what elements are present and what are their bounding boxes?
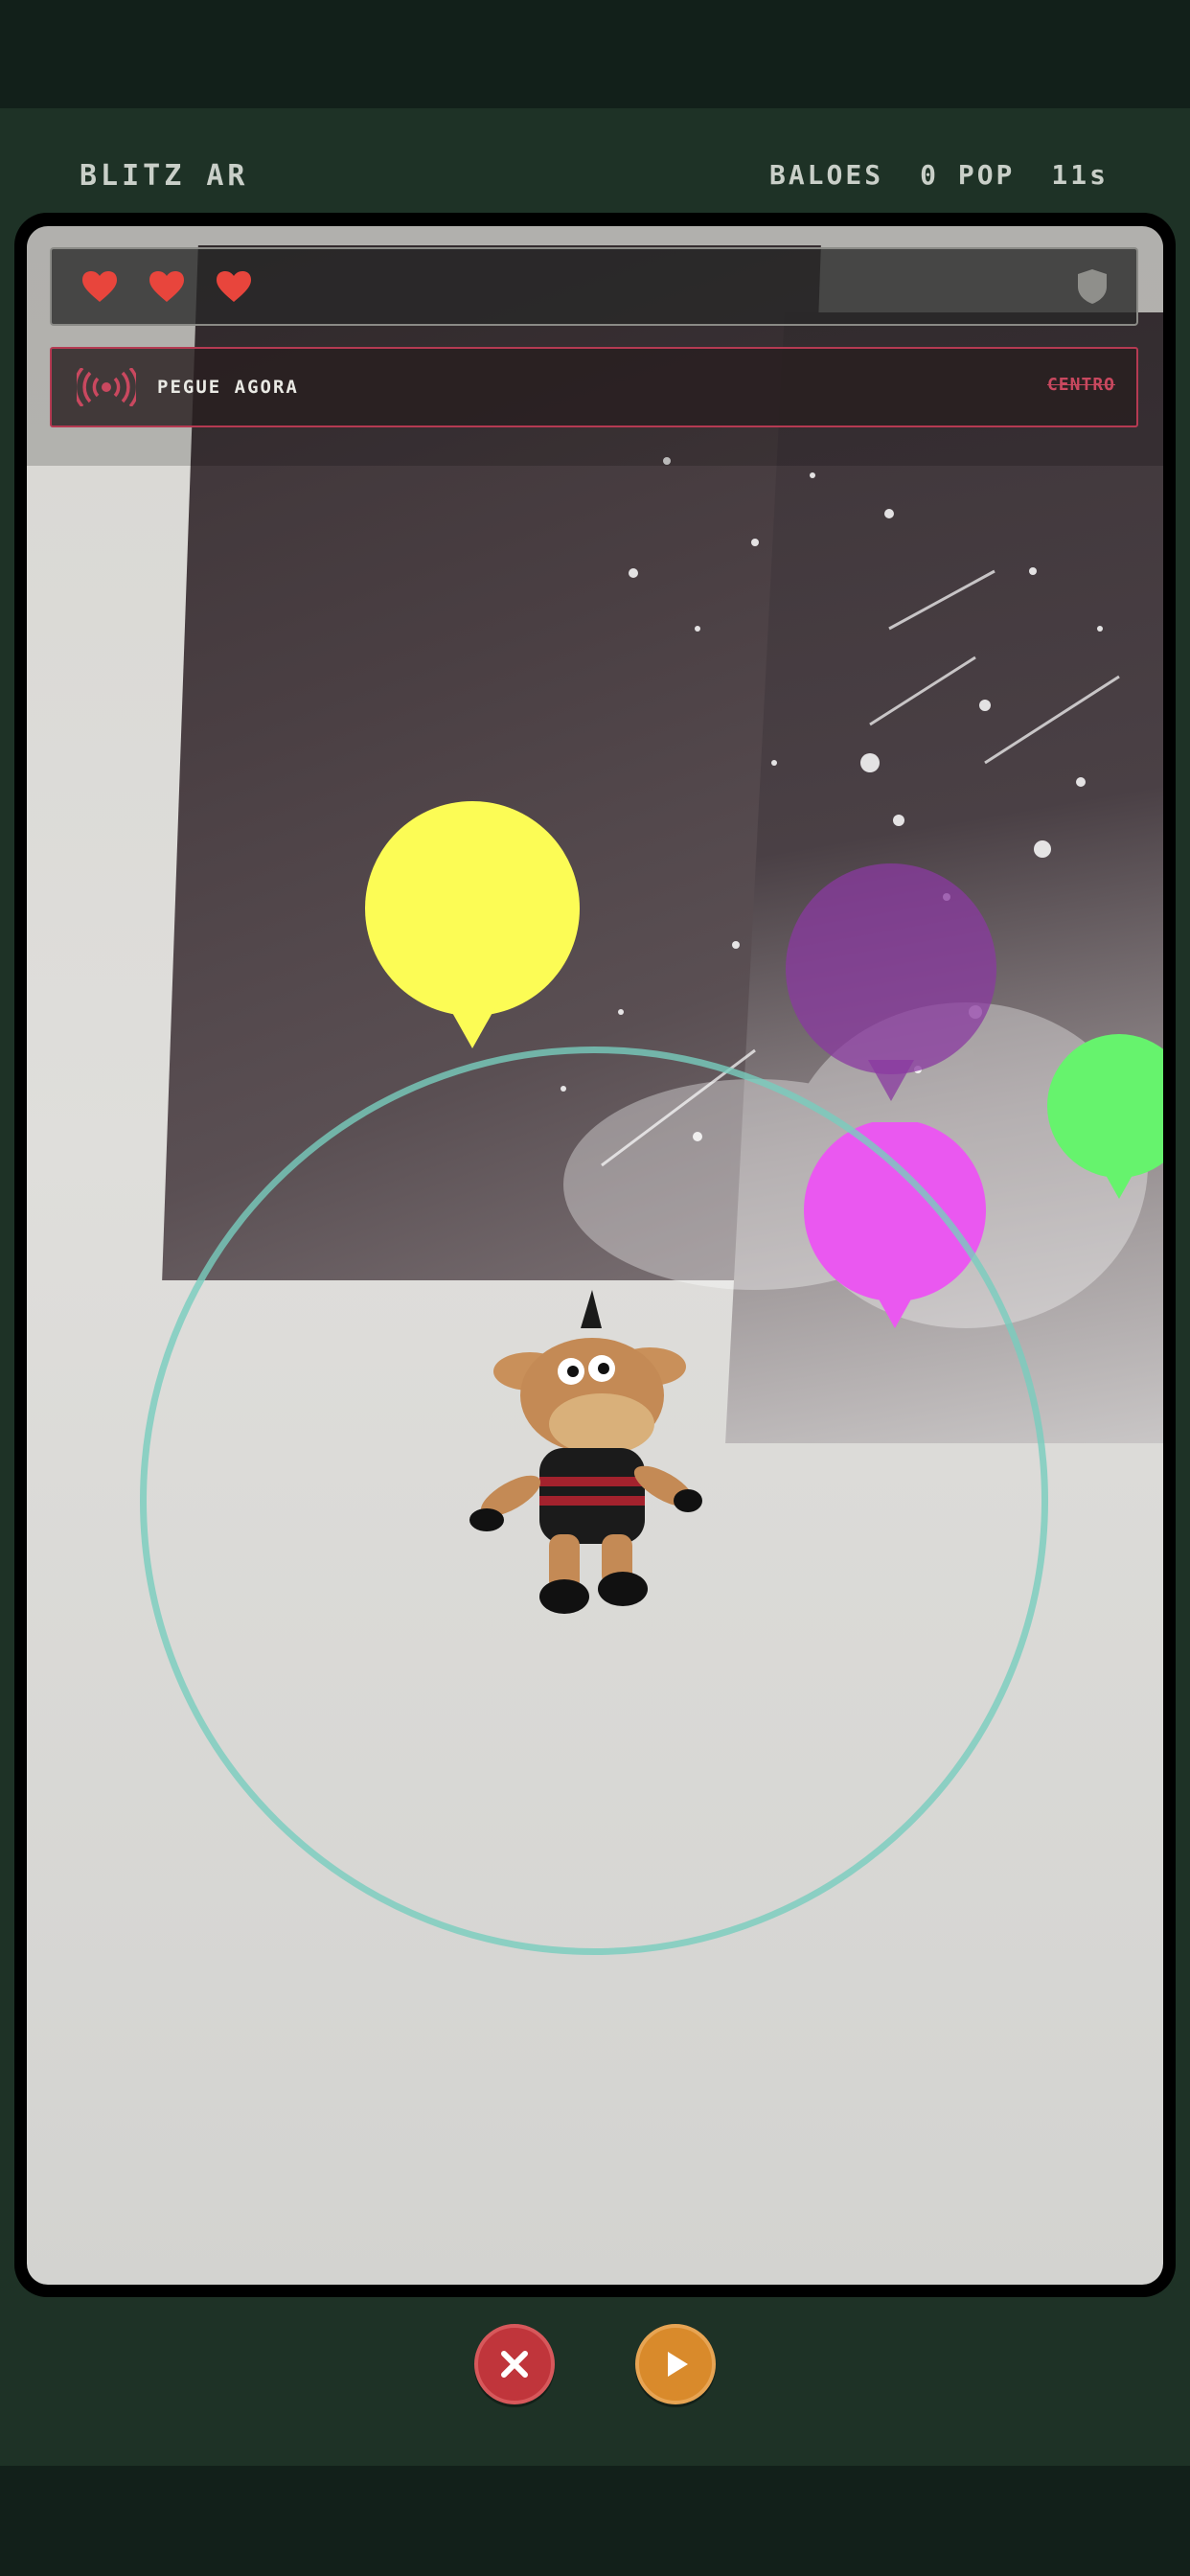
balloons-label: BALOES	[768, 159, 884, 191]
heart-icon	[82, 271, 117, 302]
broadcast-icon	[77, 368, 136, 406]
close-icon	[501, 2351, 528, 2378]
heart-icon	[217, 271, 251, 302]
signal-status: CENTRO	[1046, 375, 1115, 395]
lives-bar	[50, 247, 1138, 326]
yellow-balloon[interactable]	[362, 801, 583, 1060]
pop-count: 0 POP	[920, 159, 1016, 191]
green-balloon[interactable]	[1033, 1034, 1163, 1211]
signal-bar: PEGUE AGORA CENTRO	[50, 347, 1138, 427]
game-controls	[0, 2324, 1190, 2404]
top-status-area	[0, 0, 1190, 108]
play-button[interactable]	[635, 2324, 716, 2404]
purple-balloon[interactable]	[784, 863, 1004, 1113]
ar-camera-view[interactable]: PEGUE AGORA CENTRO	[27, 226, 1163, 2285]
signal-label: PEGUE AGORA	[157, 377, 299, 398]
mascot-plush	[469, 1290, 702, 1614]
play-icon	[668, 2352, 688, 2377]
shield-icon	[1078, 269, 1107, 304]
bottom-area	[0, 2466, 1190, 2576]
timer: 11s	[1051, 159, 1109, 191]
game-stats: BALOES 0 POP 11s	[769, 159, 1109, 191]
heart-icon	[149, 271, 184, 302]
close-button[interactable]	[474, 2324, 555, 2404]
game-title: BLITZ AR	[80, 159, 249, 193]
